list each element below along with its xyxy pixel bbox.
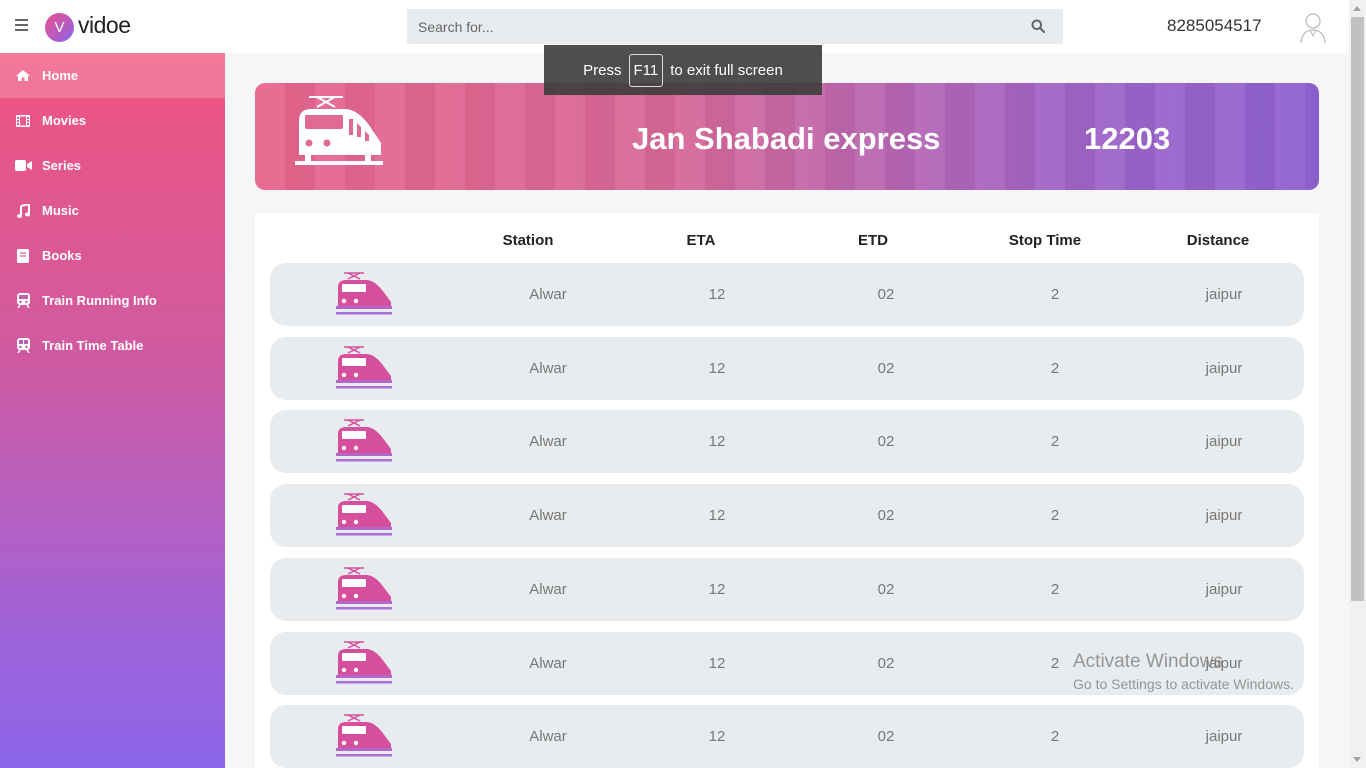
cell-distance: jaipur bbox=[1205, 359, 1243, 377]
cell-stop-time: 2 bbox=[1050, 507, 1060, 525]
fullscreen-exit-notice: Press F11 to exit full screen bbox=[544, 45, 822, 95]
cell-eta: 12 bbox=[708, 433, 726, 451]
cell-stop-time: 2 bbox=[1050, 728, 1060, 746]
column-header-eta: ETA bbox=[686, 232, 716, 249]
sidebar-item-music[interactable]: Music bbox=[0, 188, 225, 233]
sidebar-item-label: Series bbox=[42, 158, 82, 173]
table-header: Station ETA ETD Stop Time Distance bbox=[255, 232, 1319, 252]
table-row[interactable]: Alwar 12 02 2 jaipur bbox=[270, 705, 1304, 768]
notice-text-before: Press bbox=[583, 61, 622, 79]
cell-stop-time: 2 bbox=[1050, 433, 1060, 451]
table-row[interactable]: Alwar 12 02 2 jaipur bbox=[270, 484, 1304, 548]
column-header-distance: Distance bbox=[1186, 232, 1250, 249]
search-icon[interactable] bbox=[1031, 19, 1045, 33]
user-avatar-icon[interactable] bbox=[1298, 10, 1328, 44]
train-icon bbox=[14, 293, 32, 308]
train-number: 12203 bbox=[1084, 121, 1171, 156]
cell-stop-time: 2 bbox=[1050, 580, 1060, 598]
music-note-icon bbox=[14, 203, 32, 218]
train-icon bbox=[336, 419, 392, 464]
sidebar-item-series[interactable]: Series bbox=[0, 143, 225, 188]
cell-eta: 12 bbox=[708, 728, 726, 746]
user-phone-number: 8285054517 bbox=[1167, 16, 1262, 35]
sidebar-item-train-time-table[interactable]: Train Time Table bbox=[0, 323, 225, 368]
scroll-down-arrow-icon[interactable] bbox=[1353, 757, 1361, 762]
cell-eta: 12 bbox=[708, 654, 726, 672]
sidebar-item-books[interactable]: Books bbox=[0, 233, 225, 278]
table-row[interactable]: Alwar 12 02 2 jaipur bbox=[270, 410, 1304, 474]
train-banner: Jan Shabadi express 12203 bbox=[255, 83, 1319, 190]
train-icon bbox=[336, 493, 392, 538]
sidebar-item-label: Music bbox=[42, 203, 79, 218]
sidebar-item-train-running-info[interactable]: Train Running Info bbox=[0, 278, 225, 323]
train-name: Jan Shabadi express bbox=[632, 121, 941, 156]
notice-text-after: to exit full screen bbox=[670, 61, 783, 79]
cell-station: Alwar bbox=[529, 286, 567, 303]
cell-station: Alwar bbox=[529, 359, 567, 377]
sidebar-item-label: Movies bbox=[42, 113, 87, 128]
scroll-up-arrow-icon[interactable] bbox=[1353, 6, 1361, 11]
watermark-subtitle: Go to Settings to activate Windows. bbox=[1073, 676, 1294, 692]
subway-icon bbox=[14, 338, 32, 353]
column-header-etd: ETD bbox=[858, 232, 888, 249]
column-header-stop-time: Stop Time bbox=[1008, 232, 1082, 249]
f11-key-badge: F11 bbox=[628, 53, 664, 87]
cell-station: Alwar bbox=[529, 433, 567, 451]
table-row[interactable]: Alwar 12 02 2 jaipur bbox=[270, 557, 1304, 621]
home-icon bbox=[14, 69, 32, 83]
cell-etd: 02 bbox=[877, 433, 895, 451]
sidebar-item-label: Books bbox=[42, 248, 82, 263]
cell-etd: 02 bbox=[877, 507, 895, 525]
logo-text[interactable]: vidoe bbox=[78, 12, 131, 39]
cell-eta: 12 bbox=[708, 286, 726, 303]
train-icon bbox=[336, 714, 392, 759]
book-icon bbox=[14, 248, 32, 263]
cell-eta: 12 bbox=[708, 359, 726, 377]
activate-windows-watermark: Activate Windows Go to Settings to activ… bbox=[1073, 651, 1294, 692]
train-icon bbox=[336, 272, 392, 317]
sidebar-item-label: Train Time Table bbox=[42, 338, 144, 353]
train-icon bbox=[336, 567, 392, 612]
train-front-icon bbox=[295, 96, 383, 165]
hamburger-menu-icon[interactable] bbox=[15, 19, 28, 31]
cell-station: Alwar bbox=[529, 728, 567, 746]
sidebar-item-home[interactable]: Home bbox=[0, 53, 225, 98]
column-header-station: Station bbox=[502, 232, 554, 249]
cell-station: Alwar bbox=[529, 507, 567, 525]
table-row[interactable]: Alwar 12 02 2 jaipur bbox=[270, 336, 1304, 400]
sidebar: Home Movies Series Music Books Train Run… bbox=[0, 53, 225, 768]
film-icon bbox=[14, 114, 32, 128]
search-input[interactable] bbox=[407, 9, 1007, 44]
cell-distance: jaipur bbox=[1205, 580, 1243, 598]
logo-badge[interactable]: V bbox=[45, 13, 74, 42]
search-bar bbox=[407, 9, 1063, 44]
cell-distance: jaipur bbox=[1205, 507, 1243, 525]
sidebar-item-label: Home bbox=[42, 68, 79, 83]
scrollbar-thumb[interactable] bbox=[1351, 17, 1364, 601]
cell-etd: 02 bbox=[877, 359, 895, 377]
table-row[interactable]: Alwar 12 02 2 jaipur bbox=[270, 263, 1304, 326]
cell-distance: jaipur bbox=[1205, 286, 1243, 303]
cell-station: Alwar bbox=[529, 580, 567, 598]
cell-distance: jaipur bbox=[1205, 433, 1243, 451]
cell-etd: 02 bbox=[877, 286, 895, 303]
watermark-title: Activate Windows bbox=[1073, 651, 1223, 672]
cell-eta: 12 bbox=[708, 580, 726, 598]
cell-distance: jaipur bbox=[1205, 728, 1243, 746]
video-camera-icon bbox=[14, 159, 32, 173]
cell-eta: 12 bbox=[708, 507, 726, 525]
page-scrollbar[interactable] bbox=[1349, 0, 1366, 768]
cell-station: Alwar bbox=[529, 654, 567, 672]
cell-stop-time: 2 bbox=[1050, 359, 1060, 377]
train-icon bbox=[336, 640, 392, 686]
cell-etd: 02 bbox=[877, 728, 895, 746]
train-icon bbox=[336, 345, 392, 391]
cell-etd: 02 bbox=[877, 654, 895, 672]
cell-etd: 02 bbox=[877, 580, 895, 598]
sidebar-item-movies[interactable]: Movies bbox=[0, 98, 225, 143]
cell-stop-time: 2 bbox=[1050, 286, 1060, 303]
sidebar-item-label: Train Running Info bbox=[42, 293, 157, 308]
